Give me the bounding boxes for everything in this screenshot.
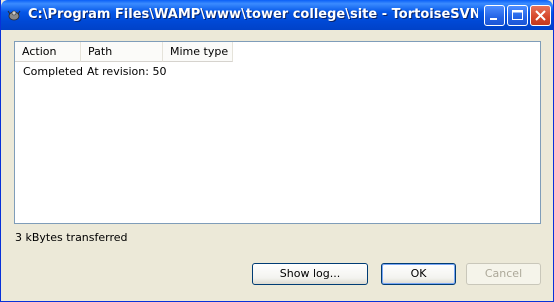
update-results-list[interactable]: Action Path Mime type Completed At revis… bbox=[14, 41, 541, 224]
row-path-cell: At revision: 50 bbox=[87, 65, 167, 78]
cancel-button[interactable]: Cancel bbox=[466, 263, 541, 285]
column-header-path[interactable]: Path bbox=[81, 42, 163, 62]
svn-update-dialog: C:\Program Files\WAMP\www\tower college\… bbox=[0, 0, 554, 302]
transfer-status-text: 3 kBytes transferred bbox=[15, 231, 128, 244]
minimize-icon bbox=[490, 18, 497, 20]
close-button[interactable] bbox=[530, 5, 551, 26]
maximize-button[interactable] bbox=[507, 5, 528, 26]
ok-button[interactable]: OK bbox=[381, 263, 456, 285]
title-bar[interactable]: C:\Program Files\WAMP\www\tower college\… bbox=[1, 0, 553, 30]
show-log-button[interactable]: Show log... bbox=[252, 263, 368, 285]
list-header: Action Path Mime type bbox=[15, 42, 540, 63]
window-title: C:\Program Files\WAMP\www\tower college\… bbox=[28, 7, 478, 22]
column-header-mime-type[interactable]: Mime type bbox=[163, 42, 233, 62]
tortoisesvn-app-icon[interactable] bbox=[7, 8, 21, 22]
column-header-action[interactable]: Action bbox=[15, 42, 81, 62]
row-action-cell: Completed bbox=[23, 65, 83, 78]
close-icon bbox=[535, 10, 546, 21]
minimize-button[interactable] bbox=[484, 5, 505, 26]
maximize-icon bbox=[512, 10, 523, 20]
row-mime-cell bbox=[163, 64, 233, 80]
